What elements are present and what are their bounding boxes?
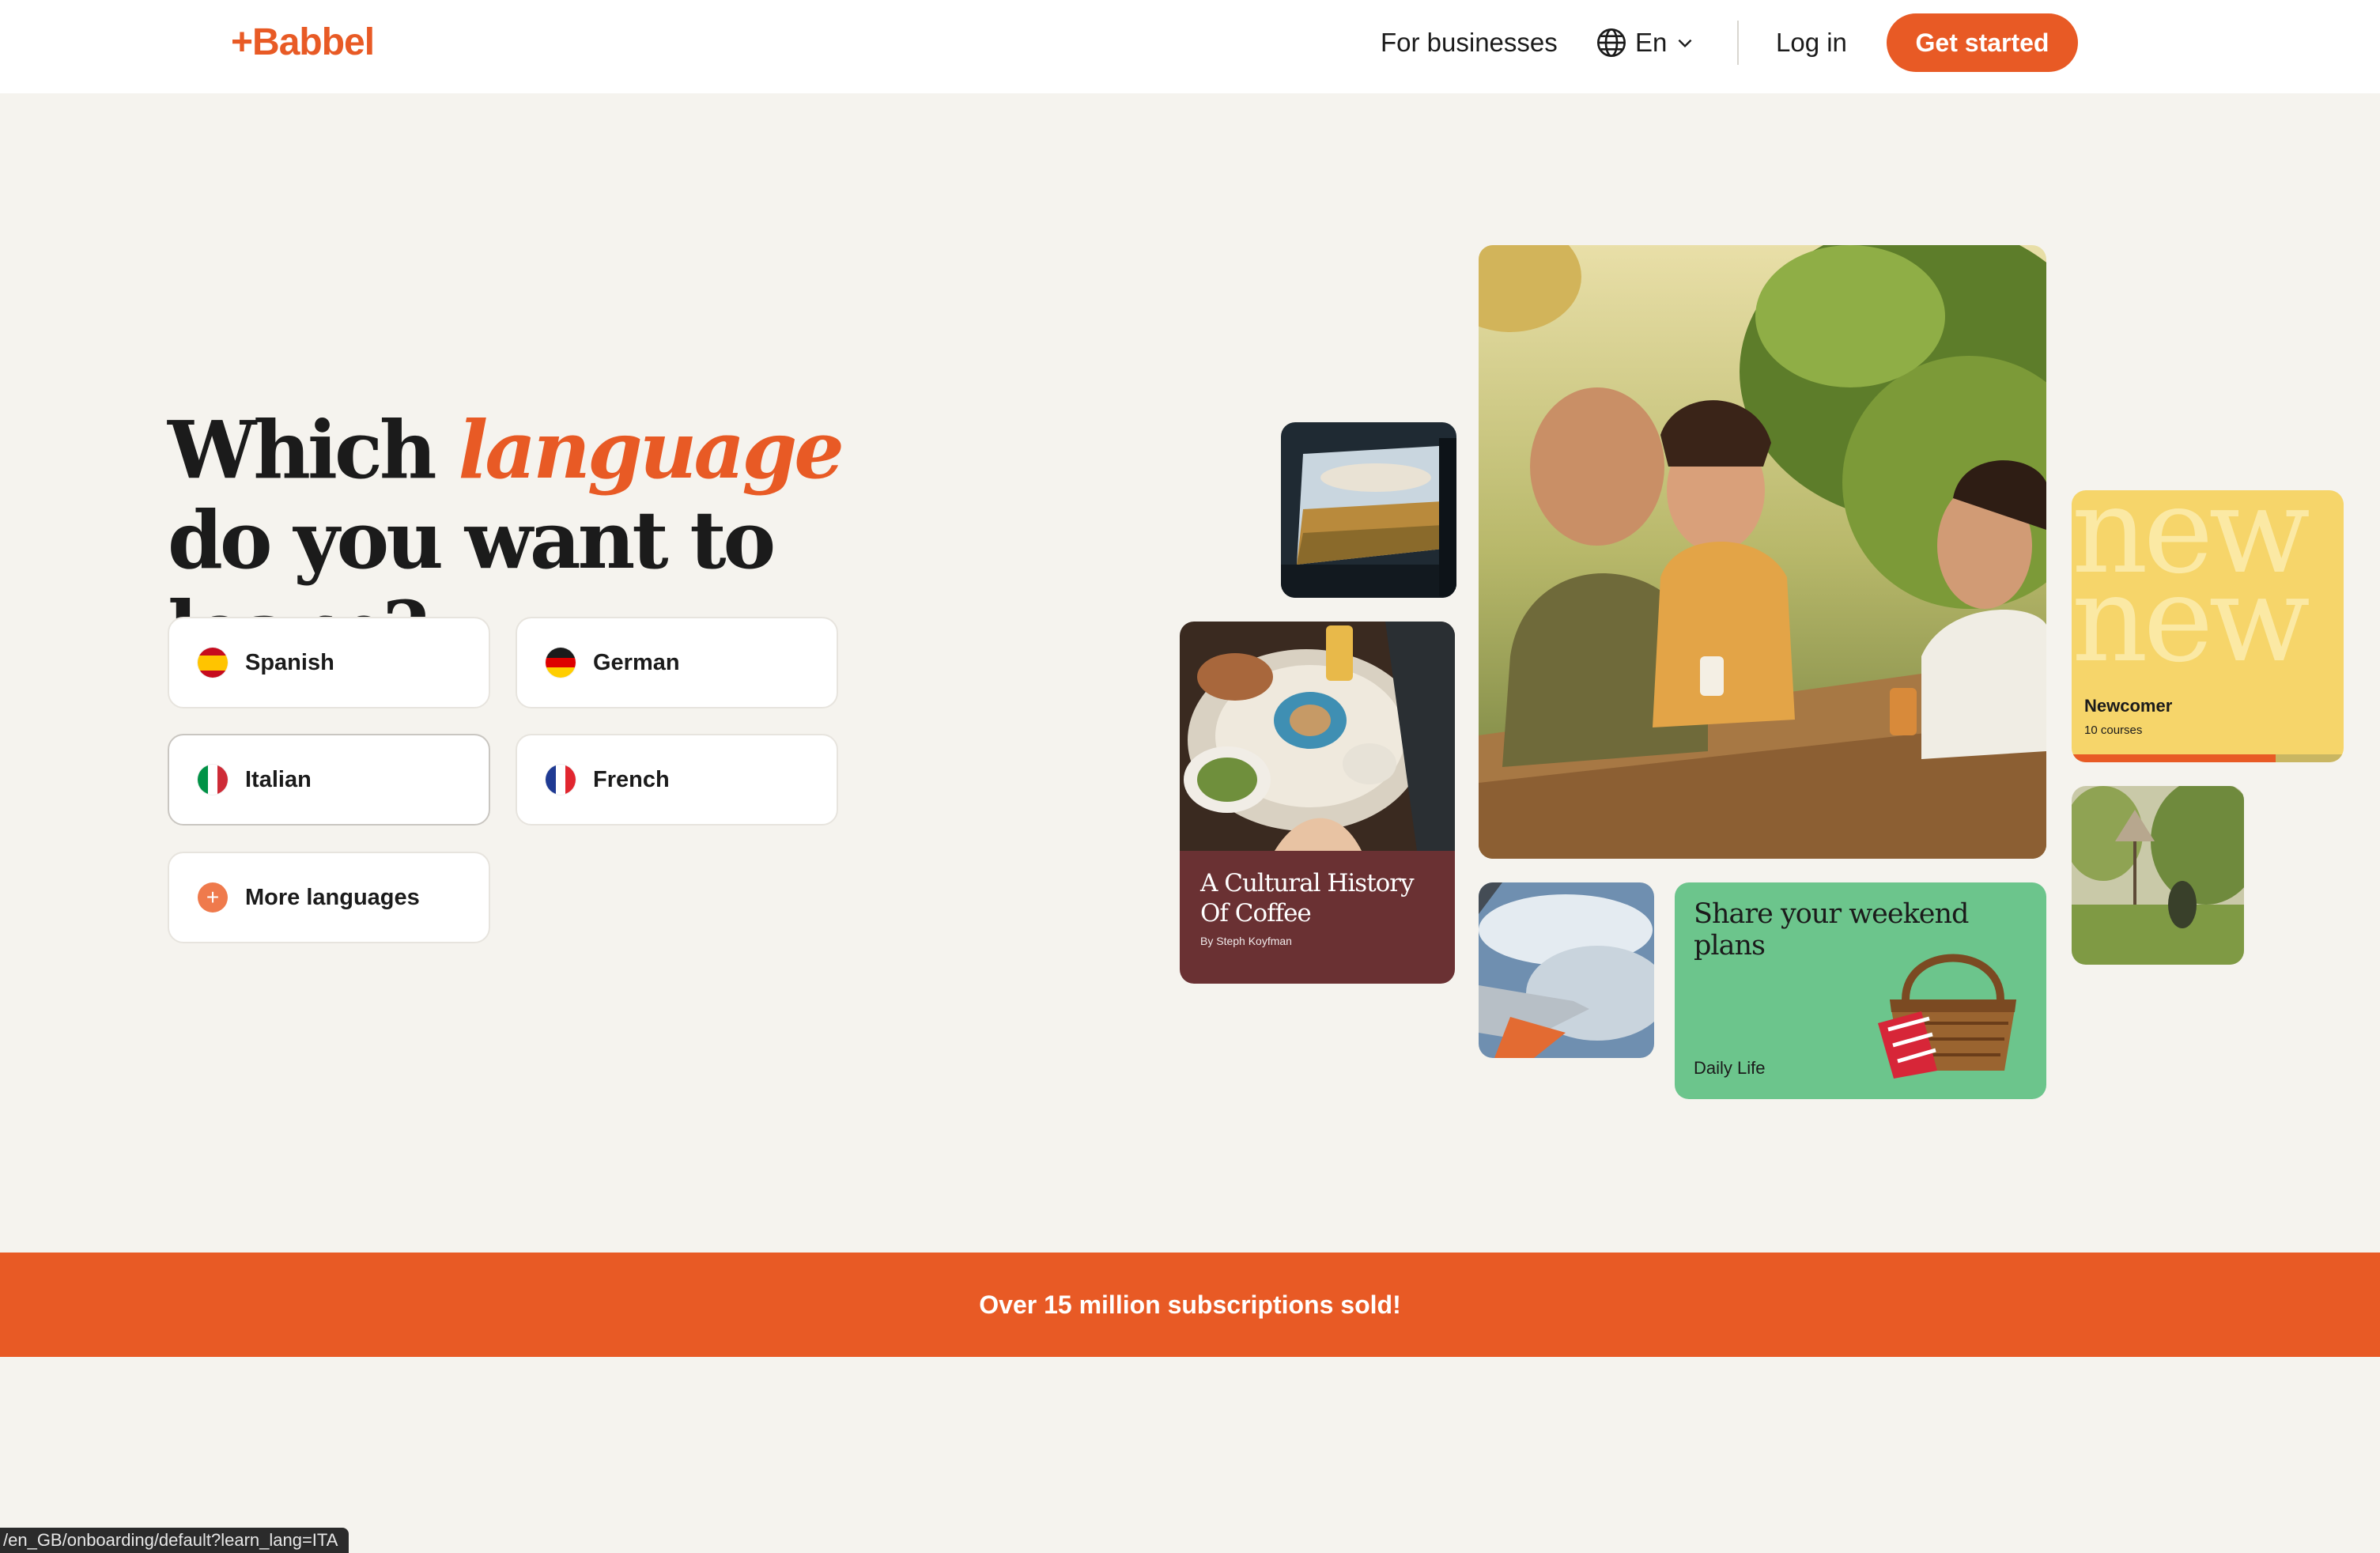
language-option-label: German [593, 649, 680, 675]
share-weekend-plans-card[interactable]: Share your weekend plans Daily Life [1675, 882, 2046, 1099]
language-option-label: Italian [245, 766, 312, 792]
nav-divider [1737, 21, 1739, 65]
language-option-spanish[interactable]: Spanish [168, 617, 490, 708]
headline-text-1: Which [168, 403, 459, 497]
chevron-down-icon [1675, 32, 1695, 53]
germany-flag-icon [546, 648, 576, 678]
newcomer-course-count: 10 courses [2084, 724, 2143, 737]
get-started-button[interactable]: Get started [1887, 13, 2078, 72]
garden-photo [2072, 786, 2244, 965]
newcomer-background-text: new [2072, 551, 2310, 689]
language-option-label: Spanish [245, 649, 334, 675]
language-option-label: French [593, 766, 670, 792]
for-businesses-link[interactable]: For businesses [1381, 24, 1558, 62]
language-option-german[interactable]: German [516, 617, 838, 708]
link-preview-status-bar: /en_GB/onboarding/default?learn_lang=ITA [0, 1528, 349, 1553]
newcomer-progress-fill [2072, 754, 2276, 762]
language-option-french[interactable]: French [516, 734, 838, 826]
top-nav: +Babbel For businesses En Log in Get sta… [0, 0, 2380, 93]
more-languages-button[interactable]: + More languages [168, 852, 490, 943]
spain-flag-icon [198, 648, 228, 678]
babbel-logo[interactable]: +Babbel [231, 17, 375, 68]
newcomer-progress-bar [2072, 754, 2344, 762]
coffee-card-caption: A Cultural History Of Coffee By Steph Ko… [1180, 851, 1455, 984]
weekend-card-category: Daily Life [1694, 1058, 1766, 1078]
log-in-link[interactable]: Log in [1776, 24, 1847, 62]
language-selector[interactable]: En [1596, 24, 1695, 62]
banner-text: Over 15 million subscriptions sold! [979, 1290, 1401, 1319]
subscriptions-banner: Over 15 million subscriptions sold! [0, 1253, 2380, 1357]
newcomer-course-card[interactable]: new new Newcomer 10 courses [2072, 490, 2344, 762]
italy-flag-icon [198, 765, 228, 795]
globe-icon [1596, 27, 1627, 59]
cultural-history-of-coffee-card[interactable]: A Cultural History Of Coffee By Steph Ko… [1180, 622, 1455, 984]
picnic-basket-icon [1878, 954, 2016, 1079]
airplane-window-photo [1479, 882, 1654, 1058]
friends-at-table-photo [1479, 245, 2046, 859]
headline-accent: language [458, 403, 844, 497]
plus-icon: + [198, 882, 228, 913]
car-window-photo [1281, 422, 1456, 598]
coffee-card-author: By Steph Koyfman [1200, 935, 1292, 947]
language-selector-label: En [1635, 28, 1668, 57]
newcomer-title: Newcomer [2084, 696, 2173, 716]
more-languages-label: More languages [245, 884, 420, 910]
coffee-card-title: A Cultural History Of Coffee [1200, 869, 1415, 928]
france-flag-icon [546, 765, 576, 795]
language-option-italian[interactable]: Italian [168, 734, 490, 826]
